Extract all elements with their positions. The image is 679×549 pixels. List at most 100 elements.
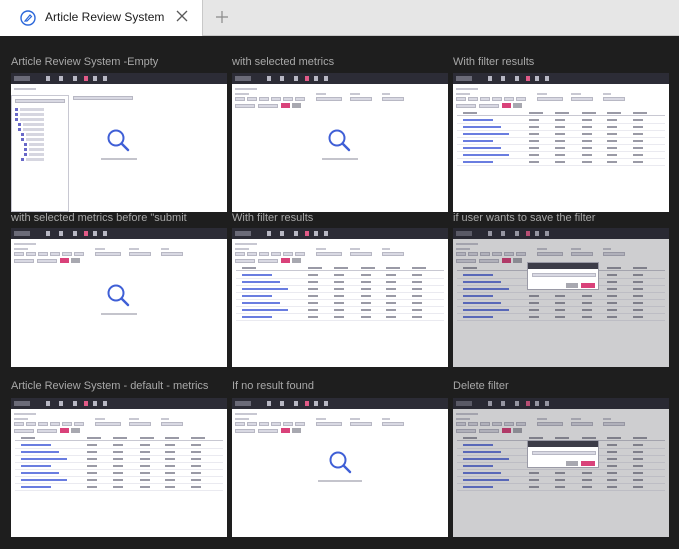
frame-table-header-cell bbox=[191, 437, 205, 439]
frame-toolbar-icon bbox=[314, 76, 318, 81]
frame-label[interactable]: With filter results bbox=[453, 56, 668, 68]
design-frame[interactable] bbox=[11, 398, 227, 537]
frame-table-header-cell bbox=[607, 112, 621, 114]
frame-filter-label bbox=[95, 248, 105, 250]
frame-topbar bbox=[232, 73, 448, 84]
plus-icon[interactable] bbox=[215, 10, 229, 24]
frame-article-link bbox=[463, 119, 493, 121]
frame-topbar bbox=[11, 228, 227, 239]
frame-table-header bbox=[457, 111, 665, 116]
frame-topbar bbox=[11, 73, 227, 84]
frame-metric-chip bbox=[247, 97, 257, 101]
frame-filter-label bbox=[456, 93, 470, 95]
design-frame[interactable] bbox=[453, 73, 669, 212]
frame-table-cell bbox=[140, 458, 150, 460]
frame-label[interactable]: With filter results bbox=[232, 212, 447, 224]
frame-tree-search bbox=[15, 99, 65, 103]
frame-tree-checkbox bbox=[24, 143, 27, 146]
design-frame[interactable] bbox=[11, 73, 227, 212]
frame-label[interactable]: Article Review System - default - metric… bbox=[11, 380, 226, 392]
table-row bbox=[15, 484, 223, 491]
frame-metric-chip bbox=[235, 252, 245, 256]
frame-table-cell bbox=[386, 309, 396, 311]
frame-table-cell bbox=[334, 316, 344, 318]
frame-table-cell bbox=[87, 458, 97, 460]
frame-article-link bbox=[21, 479, 67, 481]
frame-tree-item bbox=[20, 118, 44, 121]
table-row bbox=[15, 477, 223, 484]
frame-toolbar-icon bbox=[103, 401, 107, 406]
frame-table-cell bbox=[361, 316, 371, 318]
design-frame[interactable] bbox=[232, 398, 448, 537]
frame-filter-label bbox=[350, 93, 360, 95]
frame-filter-select bbox=[129, 422, 151, 426]
table-row bbox=[15, 442, 223, 449]
design-frame[interactable] bbox=[11, 228, 227, 367]
frame-table-cell bbox=[308, 281, 318, 283]
frame-table-cell bbox=[386, 302, 396, 304]
frame-toolbar-icon bbox=[103, 76, 107, 81]
frame-table-cell bbox=[308, 295, 318, 297]
frame-logo bbox=[235, 401, 251, 406]
frame-dialog-header bbox=[528, 441, 598, 447]
frame-label[interactable]: If no result found bbox=[232, 380, 447, 392]
frame-table-cell bbox=[140, 465, 150, 467]
frame-table-header-cell bbox=[308, 267, 322, 269]
frame-label[interactable]: with selected metrics bbox=[232, 56, 447, 68]
frame-filter-select bbox=[161, 252, 183, 256]
frame-table-cell bbox=[582, 147, 592, 149]
frame-metric-chip bbox=[295, 422, 305, 426]
frame-toolbar-icon bbox=[294, 76, 298, 81]
frame-title-text bbox=[14, 413, 36, 415]
design-frame[interactable] bbox=[232, 73, 448, 212]
design-frame[interactable] bbox=[453, 228, 669, 367]
frame-filter-select bbox=[258, 429, 278, 433]
frame-filter-label bbox=[235, 248, 249, 250]
frame-table-cell bbox=[529, 133, 539, 135]
frame-tree-item bbox=[20, 108, 44, 111]
frame-table-cell bbox=[334, 302, 344, 304]
frame-table-cell bbox=[113, 479, 123, 481]
canvas[interactable]: Article Review System -Empty with selecte… bbox=[0, 36, 679, 549]
frame-article-link bbox=[463, 126, 501, 128]
frame-filter-select bbox=[456, 104, 476, 108]
frame-toolbar-icon bbox=[93, 76, 97, 81]
frame-toolbar-icon bbox=[515, 76, 519, 81]
frame-table-cell bbox=[607, 126, 617, 128]
frame-filter-label bbox=[161, 418, 169, 420]
frame-article-link bbox=[463, 161, 493, 163]
frame-article-link bbox=[21, 472, 59, 474]
frame-title-text bbox=[235, 88, 257, 90]
frame-toolbar-icon bbox=[59, 76, 63, 81]
frame-table-cell bbox=[582, 154, 592, 156]
frame-filter-label bbox=[350, 418, 360, 420]
frame-table-header-cell bbox=[529, 112, 543, 114]
table-row bbox=[236, 300, 444, 307]
frame-label[interactable]: if user wants to save the filter bbox=[453, 212, 668, 224]
frame-table-header-cell bbox=[582, 112, 596, 114]
table-row bbox=[457, 124, 665, 131]
frame-label[interactable]: with selected metrics before "submit bbox=[11, 212, 226, 224]
frame-filter-label bbox=[316, 248, 326, 250]
close-icon[interactable] bbox=[176, 10, 188, 22]
frame-table-cell bbox=[165, 472, 175, 474]
frame-filter-label bbox=[161, 248, 169, 250]
design-frame[interactable] bbox=[232, 228, 448, 367]
frame-table-cell bbox=[529, 119, 539, 121]
frame-table-cell bbox=[191, 472, 201, 474]
frame-filter-label bbox=[316, 93, 326, 95]
table-row bbox=[236, 272, 444, 279]
frame-filter-select bbox=[235, 429, 255, 433]
frame-dialog-header bbox=[528, 263, 598, 269]
frame-table-cell bbox=[633, 140, 643, 142]
design-frame[interactable] bbox=[453, 398, 669, 537]
frame-filter-select bbox=[95, 252, 121, 256]
file-tab[interactable]: Article Review System bbox=[0, 0, 203, 36]
frame-metrics-tree bbox=[11, 95, 69, 212]
frame-label[interactable]: Delete filter bbox=[453, 380, 668, 392]
frame-submit-button bbox=[281, 103, 290, 108]
frame-table-cell bbox=[113, 472, 123, 474]
frame-label[interactable]: Article Review System -Empty bbox=[11, 56, 226, 68]
frame-filter-select bbox=[603, 97, 625, 101]
frame-filter-select bbox=[350, 252, 372, 256]
